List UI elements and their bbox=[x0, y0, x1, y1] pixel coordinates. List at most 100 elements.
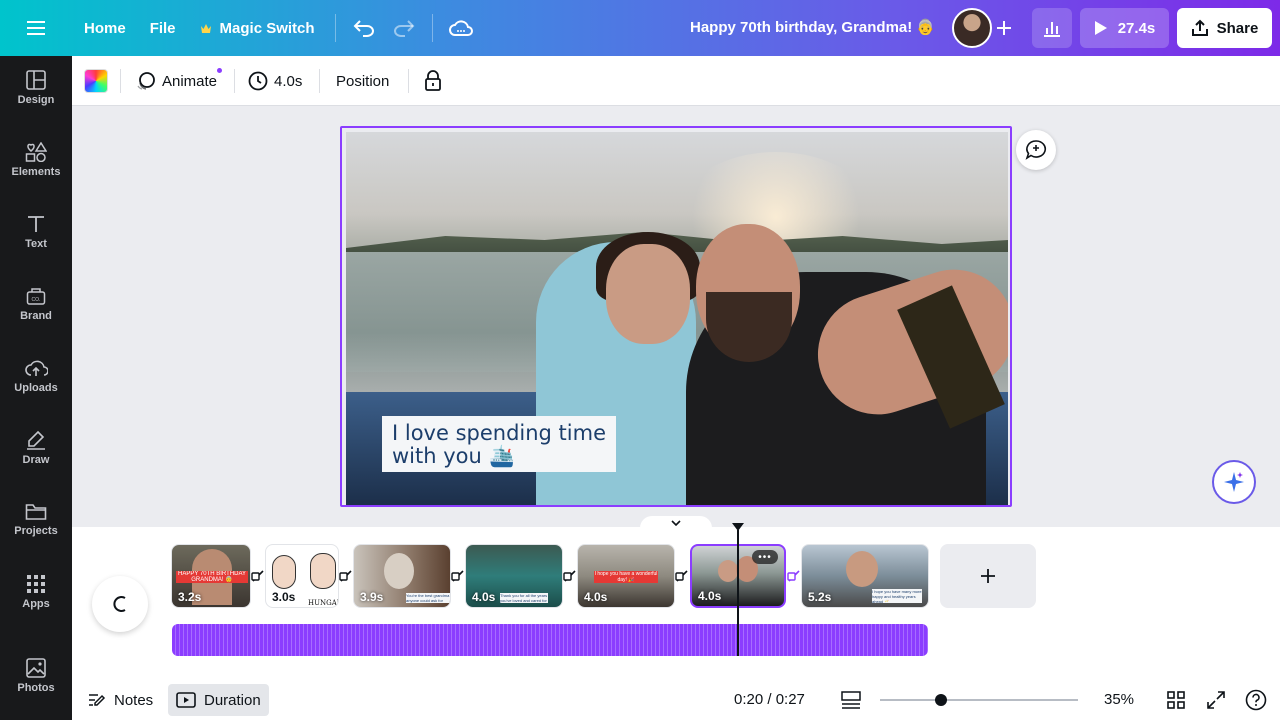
playback-time: 0:20 / 0:27 bbox=[734, 691, 805, 708]
sidebar-item-text[interactable]: Text bbox=[0, 200, 72, 264]
grid-view-icon bbox=[1167, 691, 1185, 709]
transition-button[interactable] bbox=[450, 568, 466, 584]
magic-assistant-button[interactable] bbox=[1212, 460, 1256, 504]
context-toolbar: Animate 4.0s Position bbox=[72, 56, 1280, 106]
sparkle-icon bbox=[1224, 472, 1244, 492]
layout-icon bbox=[26, 70, 46, 90]
redo-icon bbox=[393, 20, 414, 37]
help-button[interactable] bbox=[1244, 688, 1268, 712]
sidebar-label: Draw bbox=[22, 454, 50, 466]
transition-icon bbox=[251, 570, 264, 582]
pen-icon bbox=[27, 430, 45, 450]
timeline-play-button[interactable] bbox=[92, 576, 148, 632]
timeline-clip[interactable]: Thank you for all the years you've loved… bbox=[465, 544, 563, 608]
sidebar-label: Projects bbox=[14, 525, 58, 537]
transition-button[interactable] bbox=[250, 568, 266, 584]
caption-text-box[interactable]: I love spending time with you 🛳️ bbox=[382, 416, 616, 472]
menu-button[interactable] bbox=[0, 0, 72, 56]
clip-banner-text: HUNGAR bbox=[308, 599, 339, 607]
play-icon bbox=[1094, 21, 1107, 35]
notes-label: Notes bbox=[114, 691, 154, 709]
home-button[interactable]: Home bbox=[72, 8, 138, 48]
magic-switch-button[interactable]: Magic Switch bbox=[188, 8, 327, 48]
playhead[interactable] bbox=[737, 530, 739, 656]
lock-button[interactable] bbox=[424, 65, 442, 97]
share-button[interactable]: Share bbox=[1177, 8, 1272, 48]
add-collaborator-button[interactable] bbox=[986, 10, 1022, 46]
notes-icon bbox=[89, 694, 106, 706]
sidebar-item-draw[interactable]: Draw bbox=[0, 416, 72, 480]
help-icon bbox=[1245, 689, 1267, 711]
clip-thumbnail bbox=[384, 553, 414, 589]
collapse-timeline-button[interactable] bbox=[640, 516, 712, 530]
share-icon bbox=[1191, 19, 1208, 36]
notes-button[interactable]: Notes bbox=[80, 684, 161, 716]
transition-button[interactable] bbox=[786, 568, 802, 584]
background-photo[interactable]: I love spending time with you 🛳️ bbox=[346, 132, 1008, 505]
fullscreen-button[interactable] bbox=[1204, 688, 1228, 712]
sidebar-label: Elements bbox=[11, 166, 61, 178]
zoom-slider-handle[interactable] bbox=[935, 694, 947, 706]
woman-face bbox=[606, 244, 690, 344]
sidebar-item-uploads[interactable]: Uploads bbox=[0, 344, 72, 408]
share-label: Share bbox=[1216, 19, 1259, 37]
sidebar-item-brand[interactable]: CO. Brand bbox=[0, 272, 72, 336]
zoom-level[interactable]: 35% bbox=[1104, 691, 1134, 708]
playhead-handle[interactable] bbox=[731, 522, 745, 532]
sidebar-item-apps[interactable]: Apps bbox=[0, 560, 72, 624]
redo-button[interactable] bbox=[384, 8, 424, 48]
sidebar-item-photos[interactable]: Photos bbox=[0, 644, 72, 708]
clip-thumbnail bbox=[718, 560, 738, 582]
transition-button[interactable] bbox=[562, 568, 578, 584]
timeline-clip[interactable]: You're the best grandma anyone could ask… bbox=[353, 544, 451, 608]
divider bbox=[334, 14, 336, 42]
sidebar-label: Apps bbox=[22, 598, 50, 610]
file-menu[interactable]: File bbox=[138, 8, 188, 48]
sidebar-label: Uploads bbox=[14, 382, 58, 394]
undo-icon bbox=[353, 20, 374, 37]
transition-button[interactable] bbox=[338, 568, 354, 584]
sidebar-label: Design bbox=[17, 94, 55, 106]
timeline-clip[interactable]: I hope you have many more happy and heal… bbox=[801, 544, 929, 608]
transition-button[interactable] bbox=[674, 568, 690, 584]
sidebar-item-projects[interactable]: Projects bbox=[0, 488, 72, 552]
folder-icon bbox=[25, 504, 47, 520]
design-title[interactable]: Happy 70th birthday, Grandma! 👵 bbox=[690, 18, 935, 36]
animate-button[interactable]: Animate bbox=[136, 65, 217, 97]
design-canvas[interactable]: I love spending time with you 🛳️ bbox=[340, 126, 1012, 507]
present-play-button[interactable]: 27.4s bbox=[1080, 8, 1169, 48]
duration-toggle-button[interactable]: Duration bbox=[168, 684, 269, 716]
duration-label: 4.0s bbox=[274, 72, 303, 90]
insights-button[interactable] bbox=[1032, 8, 1072, 48]
duration-button[interactable]: 4.0s bbox=[248, 65, 302, 97]
add-page-button[interactable] bbox=[940, 544, 1036, 608]
clip-banner-text: Thank you for all the years you've loved… bbox=[500, 593, 548, 603]
clock-icon bbox=[248, 71, 268, 91]
timeline-clip[interactable]: HUNGAR 3.0s bbox=[265, 544, 339, 608]
plus-icon bbox=[981, 569, 995, 583]
timeline-clip[interactable]: I hope you have a wonderful day! 🎉 4.0s bbox=[577, 544, 675, 608]
grid-icon bbox=[27, 575, 45, 593]
clip-more-button[interactable]: ••• bbox=[752, 550, 778, 564]
cloud-save-status[interactable] bbox=[441, 8, 481, 48]
svg-text:CO.: CO. bbox=[32, 297, 41, 303]
clip-duration: 4.0s bbox=[584, 590, 608, 604]
clip-banner-text: I hope you have a wonderful day! 🎉 bbox=[594, 571, 658, 583]
cloud-upload-icon bbox=[25, 360, 48, 376]
animate-label: Animate bbox=[162, 72, 218, 90]
position-button[interactable]: Position bbox=[336, 65, 389, 97]
color-picker-button[interactable] bbox=[84, 69, 108, 93]
grid-view-button[interactable] bbox=[1164, 688, 1188, 712]
divider bbox=[408, 69, 409, 93]
timeline-clip[interactable]: HAPPY 70TH BIRTHDAY GRANDMA! 👵 3.2s bbox=[171, 544, 251, 608]
undo-button[interactable] bbox=[344, 8, 384, 48]
audio-waveform bbox=[172, 624, 928, 656]
sidebar-item-elements[interactable]: Elements bbox=[0, 128, 72, 192]
add-comment-button[interactable] bbox=[1016, 130, 1056, 170]
transition-icon bbox=[675, 570, 688, 582]
zoom-slider-track[interactable] bbox=[880, 699, 1078, 701]
audio-track[interactable] bbox=[172, 624, 928, 656]
sidebar-item-design[interactable]: Design bbox=[0, 56, 72, 120]
page-view-button[interactable] bbox=[839, 688, 863, 712]
video-play-icon bbox=[176, 692, 196, 708]
